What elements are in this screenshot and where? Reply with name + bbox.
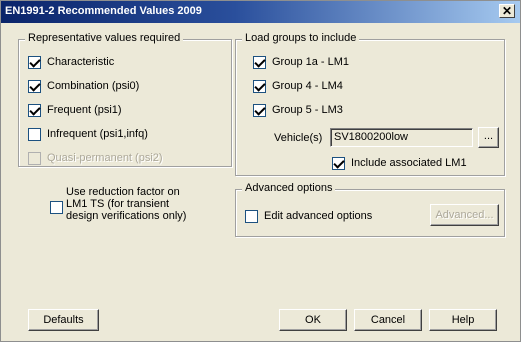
reduction-line-2: LM1 TS (for transient <box>66 198 170 210</box>
vehicle-label: Vehicle(s) <box>274 132 323 144</box>
checkbox-box[interactable] <box>245 210 258 223</box>
checkbox-box[interactable] <box>28 104 41 117</box>
checkbox-label: Group 5 - LM3 <box>272 104 343 116</box>
vehicle-browse-button[interactable]: ... <box>478 127 499 148</box>
advanced-options-caption: Advanced options <box>242 182 336 194</box>
close-icon: ✕ <box>501 4 513 18</box>
checkbox-box[interactable] <box>28 128 41 141</box>
checkbox-label: Frequent (psi1) <box>47 104 122 116</box>
checkbox-label: Combination (psi0) <box>47 80 140 92</box>
defaults-button[interactable]: Defaults <box>28 309 99 331</box>
advanced-options-group: Advanced options Edit advanced options A… <box>235 182 505 237</box>
checkbox-box[interactable] <box>28 56 41 69</box>
checkbox-label: Edit advanced options <box>264 210 373 222</box>
window-title: EN1991-2 Recommended Values 2009 <box>5 5 202 17</box>
load-groups-caption: Load groups to include <box>242 32 360 44</box>
checkbox-label: Include associated LM1 <box>351 157 467 169</box>
title-bar[interactable]: EN1991-2 Recommended Values 2009 ✕ <box>1 1 520 23</box>
vehicle-field[interactable]: SV1800200low <box>330 128 473 147</box>
checkbox-label: Group 4 - LM4 <box>272 80 343 92</box>
checkbox-label: Group 1a - LM1 <box>272 56 350 68</box>
checkbox-box <box>28 152 41 165</box>
dialog-window: EN1991-2 Recommended Values 2009 ✕ Repre… <box>0 0 521 342</box>
close-button[interactable]: ✕ <box>499 4 515 18</box>
checkbox-box[interactable] <box>253 104 266 117</box>
checkbox-box[interactable] <box>332 157 345 170</box>
advanced-button: Advanced... <box>430 204 499 226</box>
ok-button[interactable]: OK <box>279 309 347 331</box>
checkbox-label: Quasi-permanent (psi2) <box>47 152 163 164</box>
load-groups-group: Load groups to include Group 1a - LM1 Gr… <box>235 32 505 176</box>
help-button[interactable]: Help <box>429 309 497 331</box>
reduction-line-3: design verifications only) <box>66 210 187 222</box>
checkbox-box[interactable] <box>253 80 266 93</box>
checkbox-box[interactable] <box>253 56 266 69</box>
representative-values-group: Representative values required Character… <box>18 32 232 167</box>
checkbox-box[interactable] <box>28 80 41 93</box>
checkbox-box[interactable] <box>50 201 63 214</box>
representative-values-caption: Representative values required <box>25 32 184 44</box>
checkbox-label: Infrequent (psi1,infq) <box>47 128 148 140</box>
checkbox-label: Characteristic <box>47 56 115 68</box>
reduction-line-1: Use reduction factor on <box>66 186 180 198</box>
cancel-button[interactable]: Cancel <box>354 309 422 331</box>
